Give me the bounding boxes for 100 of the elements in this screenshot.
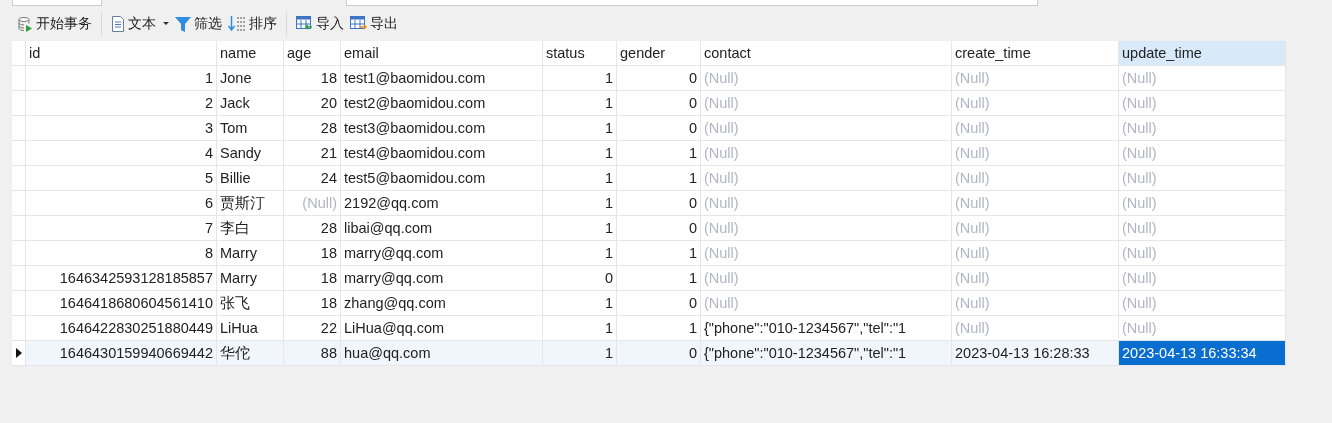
column-header[interactable]: name xyxy=(217,41,284,66)
table-cell: libai@qq.com xyxy=(341,216,543,241)
table-cell: 1646418680604561410 xyxy=(26,291,217,316)
null-cell: (Null) xyxy=(701,266,952,291)
filter-button[interactable]: 筛选 xyxy=(172,11,225,36)
table-cell: 1 xyxy=(543,166,617,191)
table-cell: 1 xyxy=(617,141,701,166)
null-cell: (Null) xyxy=(1119,216,1286,241)
table-cell: 0 xyxy=(543,266,617,291)
table-cell: 0 xyxy=(617,216,701,241)
table-cell: 0 xyxy=(617,91,701,116)
column-header[interactable]: email xyxy=(341,41,543,66)
table-cell: 1646342593128185857 xyxy=(26,266,217,291)
table-cell: marry@qq.com xyxy=(341,241,543,266)
sort-icon xyxy=(228,15,246,32)
table-cell: 0 xyxy=(617,191,701,216)
table-cell: 1 xyxy=(543,91,617,116)
column-header[interactable]: status xyxy=(543,41,617,66)
table-cell: test5@baomidou.com xyxy=(341,166,543,191)
null-cell: (Null) xyxy=(952,266,1119,291)
null-cell: (Null) xyxy=(701,116,952,141)
table-cell: 6 xyxy=(26,191,217,216)
table-cell: 7 xyxy=(26,216,217,241)
null-cell: (Null) xyxy=(701,166,952,191)
table-cell: Sandy xyxy=(217,141,284,166)
tab-panel[interactable] xyxy=(346,0,1038,6)
export-button[interactable]: 导出 xyxy=(347,11,401,36)
table-cell: 28 xyxy=(284,116,341,141)
table-cell: 2023-04-13 16:28:33 xyxy=(952,341,1119,366)
table-cell: 2023-04-13 16:33:34 xyxy=(1119,341,1286,366)
table-cell: 0 xyxy=(617,116,701,141)
tab-panel[interactable] xyxy=(12,0,102,6)
table-cell: 18 xyxy=(284,266,341,291)
null-cell: (Null) xyxy=(952,216,1119,241)
null-cell: (Null) xyxy=(1119,241,1286,266)
filter-icon xyxy=(175,15,191,32)
null-cell: (Null) xyxy=(701,241,952,266)
table-cell: 2 xyxy=(26,91,217,116)
table-export-icon xyxy=(350,15,367,32)
null-cell: (Null) xyxy=(952,66,1119,91)
null-cell: (Null) xyxy=(701,191,952,216)
table-cell: hua@qq.com xyxy=(341,341,543,366)
header-corner[interactable] xyxy=(12,41,26,66)
table-cell: Tom xyxy=(217,116,284,141)
null-cell: (Null) xyxy=(1119,66,1286,91)
null-cell: (Null) xyxy=(952,166,1119,191)
table-cell: 18 xyxy=(284,291,341,316)
null-cell: (Null) xyxy=(952,116,1119,141)
table-cell: 1 xyxy=(543,216,617,241)
column-header[interactable]: gender xyxy=(617,41,701,66)
row-header[interactable] xyxy=(12,341,26,366)
table-cell: 1 xyxy=(617,166,701,191)
import-button[interactable]: 导入 xyxy=(293,11,347,36)
null-cell: (Null) xyxy=(701,291,952,316)
table-cell: 1646430159940669442 xyxy=(26,341,217,366)
column-header[interactable]: contact xyxy=(701,41,952,66)
table-cell: test4@baomidou.com xyxy=(341,141,543,166)
null-cell: (Null) xyxy=(701,91,952,116)
database-icon xyxy=(17,15,33,32)
table-cell: 2192@qq.com xyxy=(341,191,543,216)
table-cell: 0 xyxy=(617,66,701,91)
table-cell: 3 xyxy=(26,116,217,141)
table-cell: 贾斯汀 xyxy=(217,191,284,216)
column-header[interactable]: update_time xyxy=(1119,41,1286,66)
null-cell: (Null) xyxy=(1119,166,1286,191)
table-cell: 28 xyxy=(284,216,341,241)
null-cell: (Null) xyxy=(952,291,1119,316)
sort-button[interactable]: 排序 xyxy=(225,11,280,36)
null-cell: (Null) xyxy=(1119,141,1286,166)
table-cell: {"phone":"010-1234567","tel":"1 xyxy=(701,341,952,366)
table-cell: 1 xyxy=(617,266,701,291)
table-cell: Marry xyxy=(217,241,284,266)
table-cell: Marry xyxy=(217,266,284,291)
table-cell: 李白 xyxy=(217,216,284,241)
null-cell: (Null) xyxy=(701,66,952,91)
column-header[interactable]: id xyxy=(26,41,217,66)
null-cell: (Null) xyxy=(284,191,341,216)
null-cell: (Null) xyxy=(952,241,1119,266)
table-cell: 0 xyxy=(617,341,701,366)
null-cell: (Null) xyxy=(701,141,952,166)
null-cell: (Null) xyxy=(1119,91,1286,116)
table-cell: 1 xyxy=(543,116,617,141)
table-cell: 1 xyxy=(26,66,217,91)
table-cell: 18 xyxy=(284,241,341,266)
table-cell: Jone xyxy=(217,66,284,91)
table-cell: test2@baomidou.com xyxy=(341,91,543,116)
table-cell: test1@baomidou.com xyxy=(341,66,543,91)
current-row-icon xyxy=(15,348,22,358)
column-header[interactable]: create_time xyxy=(952,41,1119,66)
text-button[interactable]: 文本 xyxy=(108,11,172,36)
null-cell: (Null) xyxy=(701,216,952,241)
null-cell: (Null) xyxy=(1119,291,1286,316)
document-icon xyxy=(111,15,125,32)
column-header[interactable]: age xyxy=(284,41,341,66)
null-cell: (Null) xyxy=(1119,116,1286,141)
table-cell: 24 xyxy=(284,166,341,191)
begin-transaction-button[interactable]: 开始事务 xyxy=(14,11,95,36)
table-cell: 1 xyxy=(543,191,617,216)
table-cell: Billie xyxy=(217,166,284,191)
null-cell: (Null) xyxy=(952,191,1119,216)
